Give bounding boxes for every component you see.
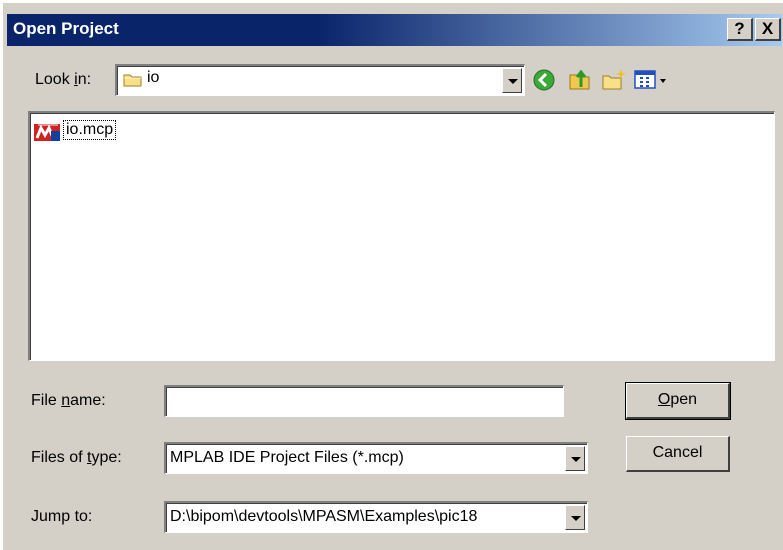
open-project-dialog: Open Project ? X Look in: io io.mcp File… — [2, 2, 783, 550]
chevron-down-icon[interactable] — [502, 68, 522, 93]
close-button[interactable]: X — [755, 18, 781, 41]
files-of-type-dropdown[interactable]: MPLAB IDE Project Files (*.mcp) — [164, 442, 588, 474]
file-name-field[interactable] — [164, 385, 564, 417]
up-folder-icon[interactable] — [567, 67, 593, 93]
file-name-label: File name: — [31, 392, 106, 409]
look-in-dropdown[interactable]: io — [115, 64, 525, 96]
files-of-type-label: Files of type: — [31, 449, 122, 466]
file-name: io.mcp — [63, 120, 117, 140]
title-bar[interactable]: Open Project ? X — [7, 14, 782, 46]
folder-icon — [123, 74, 142, 87]
open-button[interactable]: Open — [625, 382, 731, 420]
back-icon[interactable] — [531, 67, 557, 93]
file-list[interactable]: io.mcp — [28, 111, 775, 361]
cancel-button[interactable]: Cancel — [626, 436, 730, 472]
new-folder-icon[interactable] — [601, 67, 627, 93]
jump-to-value: D:\bipom\devtools\MPASM\Examples\pic18 — [170, 508, 478, 525]
chevron-down-icon[interactable] — [565, 446, 585, 471]
look-in-value: io — [147, 69, 160, 86]
mplab-project-icon — [34, 119, 60, 141]
jump-to-label: Jump to: — [31, 508, 93, 525]
files-of-type-value: MPLAB IDE Project Files (*.mcp) — [170, 449, 404, 466]
help-button[interactable]: ? — [727, 18, 753, 41]
chevron-down-icon[interactable] — [565, 505, 585, 530]
view-menu-icon[interactable] — [633, 67, 673, 93]
jump-to-dropdown[interactable]: D:\bipom\devtools\MPASM\Examples\pic18 — [164, 501, 588, 533]
look-in-label: Look in: — [35, 71, 92, 88]
window-title: Open Project — [13, 19, 119, 38]
